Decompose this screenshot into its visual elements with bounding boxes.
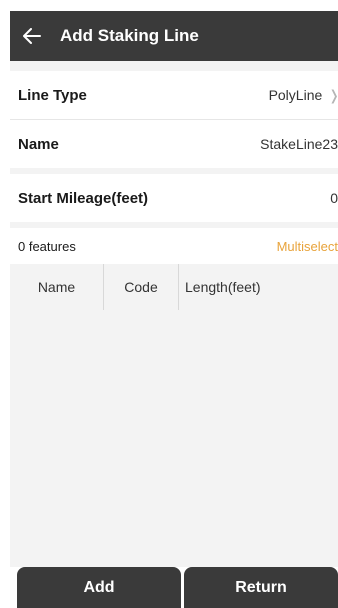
line-type-label: Line Type: [18, 86, 87, 104]
return-button[interactable]: Return: [184, 567, 338, 608]
chevron-right-icon: ❭: [328, 87, 338, 104]
line-type-row[interactable]: Line Type PolyLine ❭: [10, 71, 338, 119]
features-count: 0 features: [18, 238, 76, 254]
back-button[interactable]: [10, 11, 54, 61]
app-bar: Add Staking Line: [10, 11, 338, 61]
column-header-length: Length(feet): [185, 279, 261, 295]
name-row[interactable]: Name StakeLine23: [10, 120, 338, 168]
column-header-name: Name: [10, 264, 104, 310]
name-label: Name: [18, 135, 59, 153]
column-header-code: Code: [104, 264, 179, 310]
top-spacer: [10, 61, 338, 71]
arrow-left-icon: [23, 28, 41, 44]
add-button[interactable]: Add: [17, 567, 181, 608]
content-area: Line Type PolyLine ❭ Name StakeLine23 St…: [10, 61, 338, 567]
line-type-value-wrap: PolyLine ❭: [269, 87, 338, 104]
start-mileage-row[interactable]: Start Mileage(feet) 0: [10, 174, 338, 222]
page-title: Add Staking Line: [60, 26, 199, 45]
table-header: Name Code Length(feet): [10, 264, 338, 310]
start-mileage-value[interactable]: 0: [330, 190, 338, 206]
screen: Add Staking Line Line Type PolyLine ❭ Na…: [0, 0, 338, 608]
features-bar: 0 features Multiselect: [10, 228, 338, 264]
line-type-value: PolyLine: [268, 87, 323, 103]
start-mileage-label: Start Mileage(feet): [18, 189, 149, 207]
multiselect-button[interactable]: Multiselect: [277, 239, 338, 254]
bottom-action-bar: Add Return: [10, 567, 338, 608]
features-table-body: [10, 310, 338, 567]
name-value[interactable]: StakeLine23: [260, 136, 338, 152]
